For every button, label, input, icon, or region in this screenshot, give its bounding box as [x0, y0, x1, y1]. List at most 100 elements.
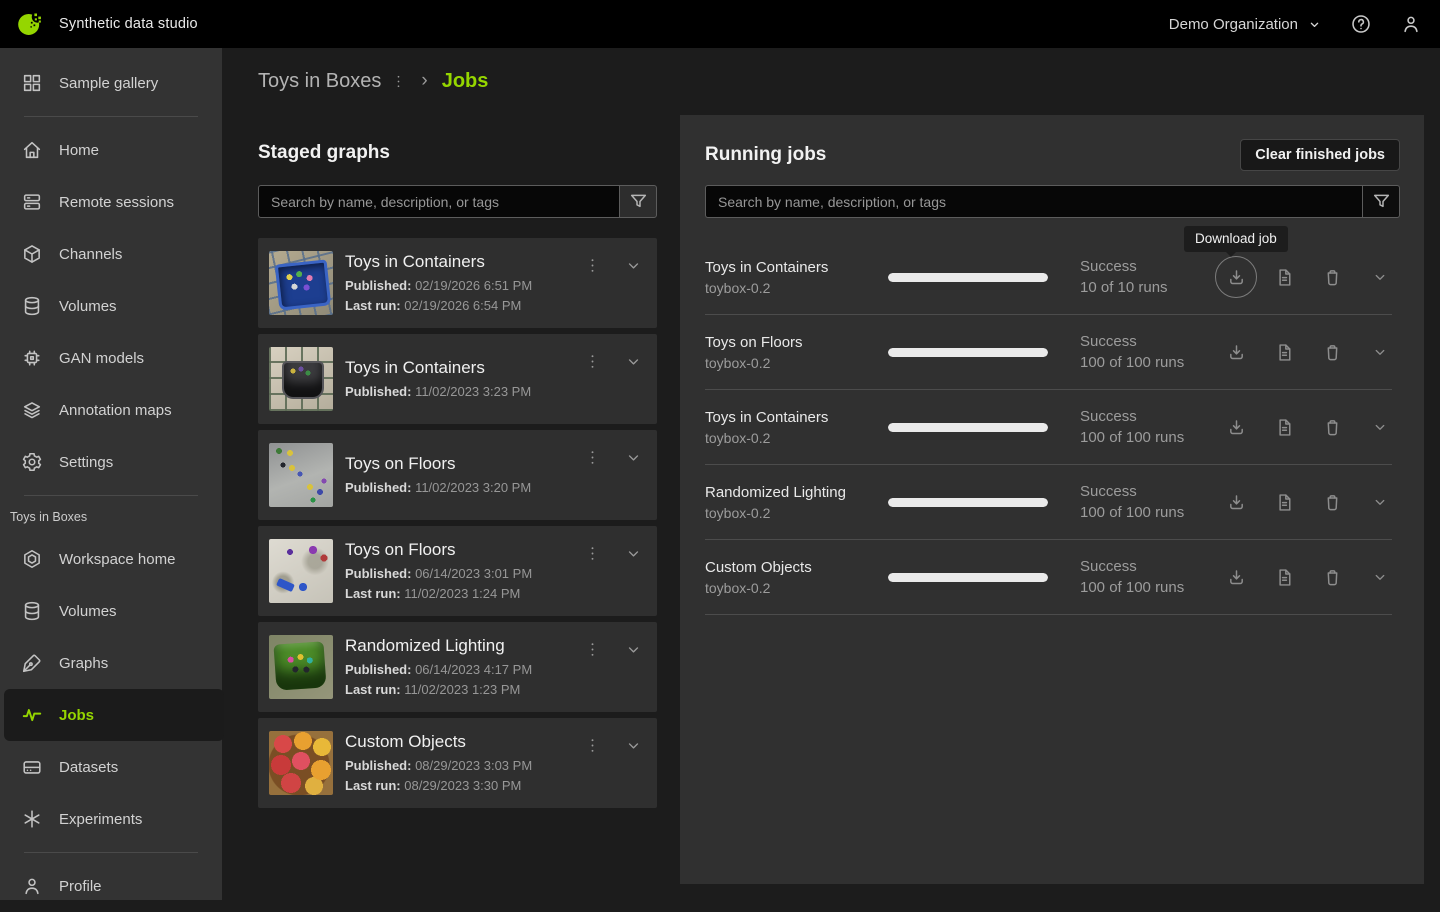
sidebar-item-label: Datasets	[59, 759, 118, 776]
graph-published: Published: 02/19/2026 6:51 PM	[345, 276, 583, 296]
sidebar-divider	[24, 116, 198, 117]
sidebar-item-graphs[interactable]: Graphs	[0, 637, 222, 689]
staged-graph-card[interactable]: Toys on FloorsPublished: 11/02/2023 3:20…	[258, 430, 657, 520]
download-icon[interactable]	[1224, 265, 1248, 289]
job-runs-count: 100 of 100 runs	[1080, 577, 1224, 598]
sidebar-item-settings[interactable]: Settings	[0, 436, 222, 488]
kebab-icon[interactable]	[583, 736, 602, 755]
report-icon[interactable]	[1272, 265, 1296, 289]
graph-thumbnail	[269, 347, 333, 411]
graph-last-run: Last run: 11/02/2023 1:24 PM	[345, 584, 583, 604]
staged-graph-card[interactable]: Toys in ContainersPublished: 11/02/2023 …	[258, 334, 657, 424]
delete-icon[interactable]	[1320, 340, 1344, 364]
sidebar-item-volumes[interactable]: Volumes	[0, 585, 222, 637]
activity-icon	[20, 704, 44, 726]
sidebar-item-jobs[interactable]: Jobs	[4, 689, 224, 741]
report-icon[interactable]	[1272, 415, 1296, 439]
sidebar-item-label: Remote sessions	[59, 194, 174, 211]
chevron-down-icon[interactable]	[624, 448, 643, 467]
help-icon[interactable]	[1350, 13, 1372, 35]
chevron-down-icon[interactable]	[624, 256, 643, 275]
sidebar-item-label: GAN models	[59, 350, 144, 367]
kebab-menu-icon[interactable]	[390, 73, 407, 90]
chevron-down-icon[interactable]	[1368, 265, 1392, 289]
sidebar-item-profile[interactable]: Profile	[0, 860, 222, 912]
sidebar-item-volumes[interactable]: Volumes	[0, 280, 222, 332]
grid-icon	[20, 72, 44, 94]
delete-icon[interactable]	[1320, 265, 1344, 289]
user-profile-icon[interactable]	[1400, 13, 1422, 35]
graph-title: Toys on Floors	[345, 539, 583, 561]
chevron-down-icon[interactable]	[1368, 490, 1392, 514]
staged-graph-card[interactable]: Toys on FloorsPublished: 06/14/2023 3:01…	[258, 526, 657, 616]
download-job-tooltip: Download job	[1184, 226, 1288, 252]
kebab-icon[interactable]	[583, 352, 602, 371]
chevron-down-icon[interactable]	[624, 640, 643, 659]
chevron-down-icon[interactable]	[1368, 415, 1392, 439]
delete-icon[interactable]	[1320, 490, 1344, 514]
sidebar-item-label: Jobs	[59, 707, 94, 724]
staged-graph-card[interactable]: Randomized LightingPublished: 06/14/2023…	[258, 622, 657, 712]
download-icon[interactable]	[1224, 490, 1248, 514]
download-icon[interactable]	[1224, 340, 1248, 364]
job-name: Toys in Containers	[705, 409, 888, 426]
report-icon[interactable]	[1272, 490, 1296, 514]
job-status: Success	[1080, 256, 1224, 277]
running-search-input[interactable]	[705, 185, 1362, 218]
server-icon	[20, 191, 44, 213]
report-icon[interactable]	[1272, 340, 1296, 364]
running-filter-button[interactable]	[1362, 185, 1400, 218]
chevron-down-icon[interactable]	[624, 544, 643, 563]
download-icon[interactable]	[1224, 565, 1248, 589]
sidebar-divider	[24, 495, 198, 496]
staged-search-input[interactable]	[258, 185, 619, 218]
chevron-down-icon[interactable]	[624, 736, 643, 755]
download-icon[interactable]	[1224, 415, 1248, 439]
kebab-icon[interactable]	[583, 640, 602, 659]
clear-finished-jobs-button[interactable]: Clear finished jobs	[1240, 139, 1400, 171]
graph-title: Toys on Floors	[345, 453, 583, 475]
staged-graph-card[interactable]: Custom ObjectsPublished: 08/29/2023 3:03…	[258, 718, 657, 808]
job-progress-bar	[888, 273, 1048, 282]
chevron-down-icon[interactable]	[1368, 565, 1392, 589]
app-logo-icon[interactable]	[16, 10, 44, 38]
job-status: Success	[1080, 331, 1224, 352]
graph-thumbnail	[269, 251, 333, 315]
sidebar-item-gan-models[interactable]: GAN models	[0, 332, 222, 384]
breadcrumb-workspace[interactable]: Toys in Boxes	[258, 70, 381, 93]
sidebar-item-channels[interactable]: Channels	[0, 228, 222, 280]
sidebar-item-sample-gallery[interactable]: Sample gallery	[0, 57, 222, 109]
sidebar-item-home[interactable]: Home	[0, 124, 222, 176]
running-jobs-title: Running jobs	[705, 142, 826, 168]
delete-icon[interactable]	[1320, 415, 1344, 439]
tooltip-text: Download job	[1195, 231, 1277, 246]
organization-selector[interactable]: Demo Organization	[1169, 16, 1322, 33]
kebab-icon[interactable]	[583, 256, 602, 275]
staged-filter-button[interactable]	[619, 185, 657, 218]
pen-nib-icon	[20, 652, 44, 674]
breadcrumb: Toys in Boxes › Jobs	[258, 66, 488, 96]
staged-graphs-list: Toys in Containers Published: 02/19/2026 …	[258, 238, 657, 808]
sidebar-item-workspace-home[interactable]: Workspace home	[0, 533, 222, 585]
filter-icon	[628, 191, 649, 212]
sidebar-item-experiments[interactable]: Experiments	[0, 793, 222, 845]
staged-graph-card[interactable]: Toys in ContainersPublished: 02/19/2026 …	[258, 238, 657, 328]
sidebar-item-remote-sessions[interactable]: Remote sessions	[0, 176, 222, 228]
sidebar-item-label: Volumes	[59, 603, 117, 620]
job-runs-count: 100 of 100 runs	[1080, 352, 1224, 373]
breadcrumb-current-page: Jobs	[442, 70, 489, 93]
delete-icon[interactable]	[1320, 565, 1344, 589]
chip-icon	[20, 347, 44, 369]
kebab-icon[interactable]	[583, 544, 602, 563]
chevron-down-icon[interactable]	[1368, 340, 1392, 364]
sidebar-item-datasets[interactable]: Datasets	[0, 741, 222, 793]
graph-title: Toys in Containers	[345, 357, 583, 379]
report-icon[interactable]	[1272, 565, 1296, 589]
top-bar: Synthetic data studio Demo Organization	[0, 0, 1440, 48]
sidebar-item-annotation-maps[interactable]: Annotation maps	[0, 384, 222, 436]
chevron-down-icon[interactable]	[624, 352, 643, 371]
running-jobs-panel: Running jobs Clear finished jobs Toys in…	[680, 115, 1424, 884]
kebab-icon[interactable]	[583, 448, 602, 467]
sidebar-item-label: Settings	[59, 454, 113, 471]
job-progress-bar	[888, 423, 1048, 432]
